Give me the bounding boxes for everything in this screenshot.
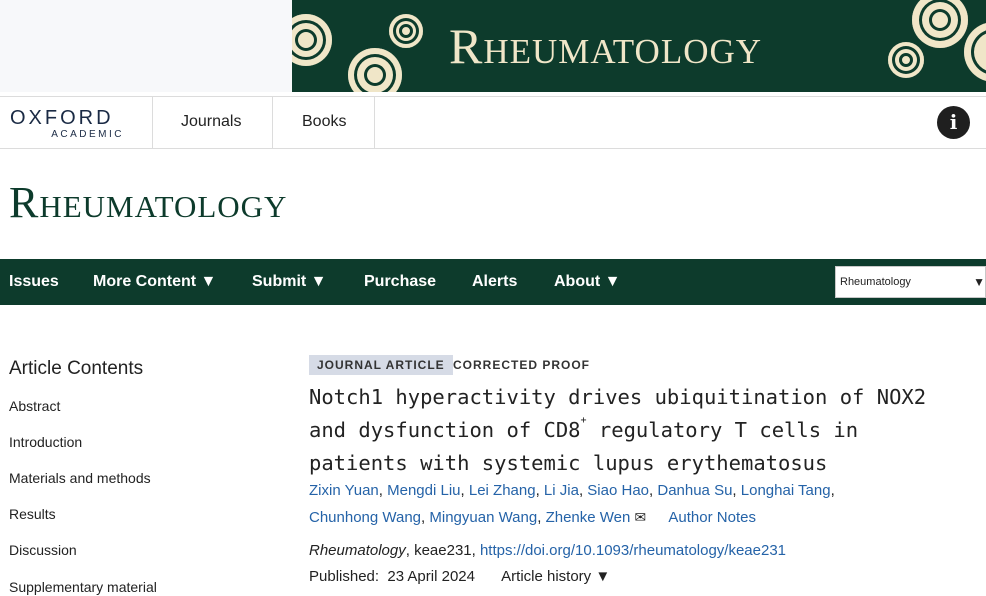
article-type-badge: JOURNAL ARTICLE: [309, 355, 453, 375]
search-scope-value: Rheumatology: [840, 276, 911, 288]
books-link[interactable]: Books: [302, 113, 346, 131]
proof-status-badge: CORRECTED PROOF: [453, 358, 591, 372]
toc-materials-methods[interactable]: Materials and methods: [9, 469, 151, 487]
toc-abstract[interactable]: Abstract: [9, 397, 60, 415]
published-line: Published: 23 April 2024 Article history…: [309, 567, 610, 587]
article-contents-heading: Article Contents: [9, 358, 144, 379]
nav-issues[interactable]: Issues: [9, 272, 59, 292]
published-label: Published:: [309, 568, 380, 585]
mail-icon[interactable]: ✉: [635, 509, 647, 525]
doi-link[interactable]: https://doi.org/10.1093/rheumatology/kea…: [480, 542, 786, 559]
author-notes-link[interactable]: Author Notes: [668, 509, 756, 526]
nav-alerts[interactable]: Alerts: [472, 272, 517, 292]
author-link[interactable]: Zixin Yuan: [309, 482, 379, 499]
author-link[interactable]: Siao Hao: [587, 482, 649, 499]
author-link[interactable]: Danhua Su: [657, 482, 732, 499]
article-title-line: patients with systemic lupus erythematos…: [309, 451, 828, 475]
author-link[interactable]: Longhai Tang: [741, 482, 831, 499]
banner-title: Rheumatology: [449, 18, 763, 74]
article-title-fragment: and dysfunction of CD8: [309, 418, 581, 442]
article-title: Notch1 hyperactivity drives ubiquitinati…: [309, 381, 969, 480]
citation-line: Rheumatology, keae231, https://doi.org/1…: [309, 541, 786, 561]
banner-spacer: [0, 0, 292, 92]
journal-banner[interactable]: Rheumatology: [292, 0, 986, 92]
nav-about[interactable]: About ▼: [554, 272, 620, 292]
chevron-down-icon: ▼: [973, 275, 985, 289]
info-icon[interactable]: i: [937, 106, 970, 139]
article-history-toggle[interactable]: Article history ▼: [501, 568, 610, 585]
author-link[interactable]: Mengdi Liu: [387, 482, 460, 499]
journal-title[interactable]: Rheumatology: [9, 178, 287, 228]
toc-introduction[interactable]: Introduction: [9, 433, 82, 451]
author-link[interactable]: Li Jia: [544, 482, 579, 499]
toc-results[interactable]: Results: [9, 505, 56, 523]
site-header: OXFORD ACADEMIC Journals Books: [0, 96, 986, 149]
search-scope-select[interactable]: Rheumatology ▼: [835, 266, 986, 298]
article-title-line: and dysfunction of CD8+ regulatory T cel…: [309, 414, 969, 447]
toc-supplementary[interactable]: Supplementary material: [9, 578, 157, 596]
author-link[interactable]: Lei Zhang: [469, 482, 536, 499]
journals-link[interactable]: Journals: [181, 113, 241, 131]
nav-purchase[interactable]: Purchase: [364, 272, 436, 292]
decor-ring-icon: [888, 42, 924, 78]
citation-journal: Rheumatology: [309, 542, 406, 559]
author-list: Zixin Yuan, Mengdi Liu, Lei Zhang, Li Ji…: [309, 482, 835, 526]
author-link[interactable]: Chunhong Wang: [309, 509, 421, 526]
nav-submit[interactable]: Submit ▼: [252, 272, 327, 292]
decor-ring-icon: [348, 48, 402, 92]
decor-ring-icon: [912, 0, 968, 48]
logo-wordmark-bottom: ACADEMIC: [51, 129, 124, 140]
decor-ring-icon: [389, 14, 423, 48]
article-title-line: Notch1 hyperactivity drives ubiquitinati…: [309, 385, 927, 409]
citation-id: , keae231,: [405, 542, 480, 559]
author-link[interactable]: Mingyuan Wang: [429, 509, 537, 526]
published-date: 23 April 2024: [387, 568, 475, 585]
header-divider: [152, 97, 153, 148]
header-divider: [272, 97, 273, 148]
article-title-fragment: regulatory T cells in: [586, 418, 859, 442]
oxford-academic-logo[interactable]: OXFORD ACADEMIC: [10, 107, 130, 141]
header-divider: [374, 97, 375, 148]
decor-ring-icon: [292, 14, 332, 66]
decor-ring-icon: [964, 22, 986, 82]
author-link[interactable]: Zhenke Wen: [546, 509, 631, 526]
toc-discussion[interactable]: Discussion: [9, 541, 77, 559]
nav-more-content[interactable]: More Content ▼: [93, 272, 216, 292]
logo-wordmark-top: OXFORD: [10, 107, 114, 129]
